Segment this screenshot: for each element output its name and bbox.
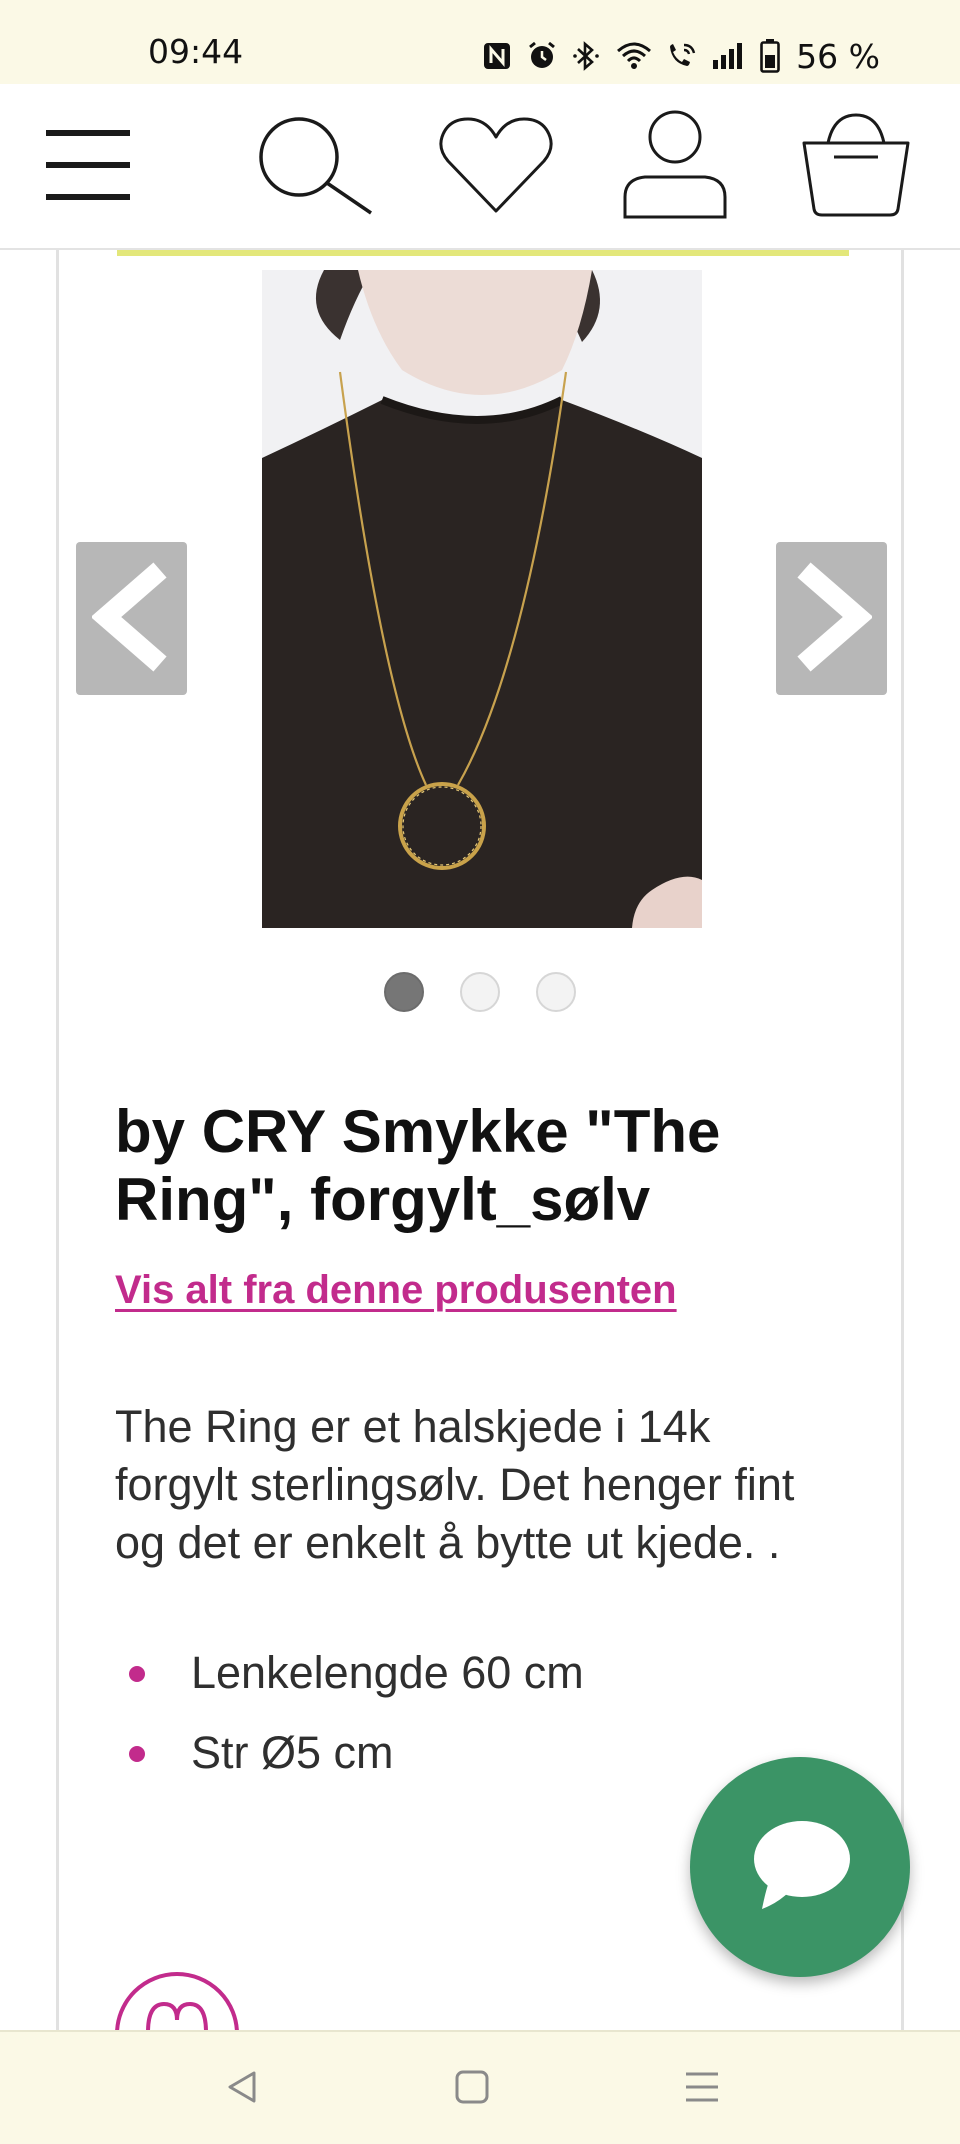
list-item: Lenkelengde 60 cm (115, 1644, 584, 1702)
recents-icon (684, 2069, 720, 2109)
site-header (0, 84, 960, 250)
bluetooth-icon (572, 40, 602, 72)
product-description: The Ring er et halskjede i 14k forgylt s… (115, 1401, 795, 1568)
gallery-dot-1[interactable] (384, 972, 424, 1012)
search-icon (255, 115, 375, 219)
status-time: 09:44 (148, 32, 244, 71)
chat-button[interactable] (690, 1757, 910, 1977)
account-icon (621, 109, 729, 225)
list-item: Str Ø5 cm (115, 1724, 584, 1782)
status-icons: 56 % (482, 36, 880, 76)
wifi-icon (616, 41, 652, 71)
gallery-dot-2[interactable] (460, 972, 500, 1012)
battery-percent: 56 % (796, 36, 880, 76)
wifi-call-icon (666, 41, 698, 71)
accent-line (117, 250, 849, 256)
chevron-left-icon (90, 561, 172, 676)
bullet-icon (129, 1666, 145, 1682)
gallery-dot-3[interactable] (536, 972, 576, 1012)
chevron-right-icon (792, 561, 873, 676)
basket-icon (800, 113, 912, 221)
nfc-icon (482, 41, 512, 71)
product-image[interactable] (262, 270, 702, 928)
system-nav-bar (0, 2030, 960, 2144)
gallery-pagination (384, 972, 576, 1012)
recents-button[interactable] (642, 2032, 762, 2144)
battery-icon (760, 39, 780, 73)
home-button[interactable] (412, 2032, 532, 2144)
wishlist-button[interactable] (432, 84, 560, 250)
basket-button[interactable] (790, 84, 922, 250)
chat-bubble-icon (748, 1817, 852, 1917)
back-icon (224, 2069, 260, 2109)
product-title: by CRY Smykke "The Ring", forgylt_sølv (115, 1098, 721, 1233)
next-image-button[interactable] (776, 542, 887, 695)
account-button[interactable] (612, 84, 738, 250)
back-button[interactable] (182, 2032, 302, 2144)
search-button[interactable] (250, 84, 380, 250)
status-bar: 09:44 56 % (0, 0, 960, 84)
brand-badge-icon (115, 1972, 239, 2030)
menu-icon (44, 128, 132, 206)
brand-link[interactable]: Vis alt fra denne produsenten (115, 1268, 677, 1313)
alarm-icon (526, 40, 558, 72)
bullet-icon (129, 1746, 145, 1762)
feature-text: Lenkelengde 60 cm (191, 1647, 584, 1698)
previous-image-button[interactable] (76, 542, 187, 695)
home-icon (454, 2069, 490, 2109)
signal-icon (712, 42, 746, 70)
menu-button[interactable] (36, 84, 140, 250)
heart-icon (438, 115, 554, 219)
feature-list: Lenkelengde 60 cm Str Ø5 cm (115, 1644, 584, 1804)
feature-text: Str Ø5 cm (191, 1727, 394, 1778)
